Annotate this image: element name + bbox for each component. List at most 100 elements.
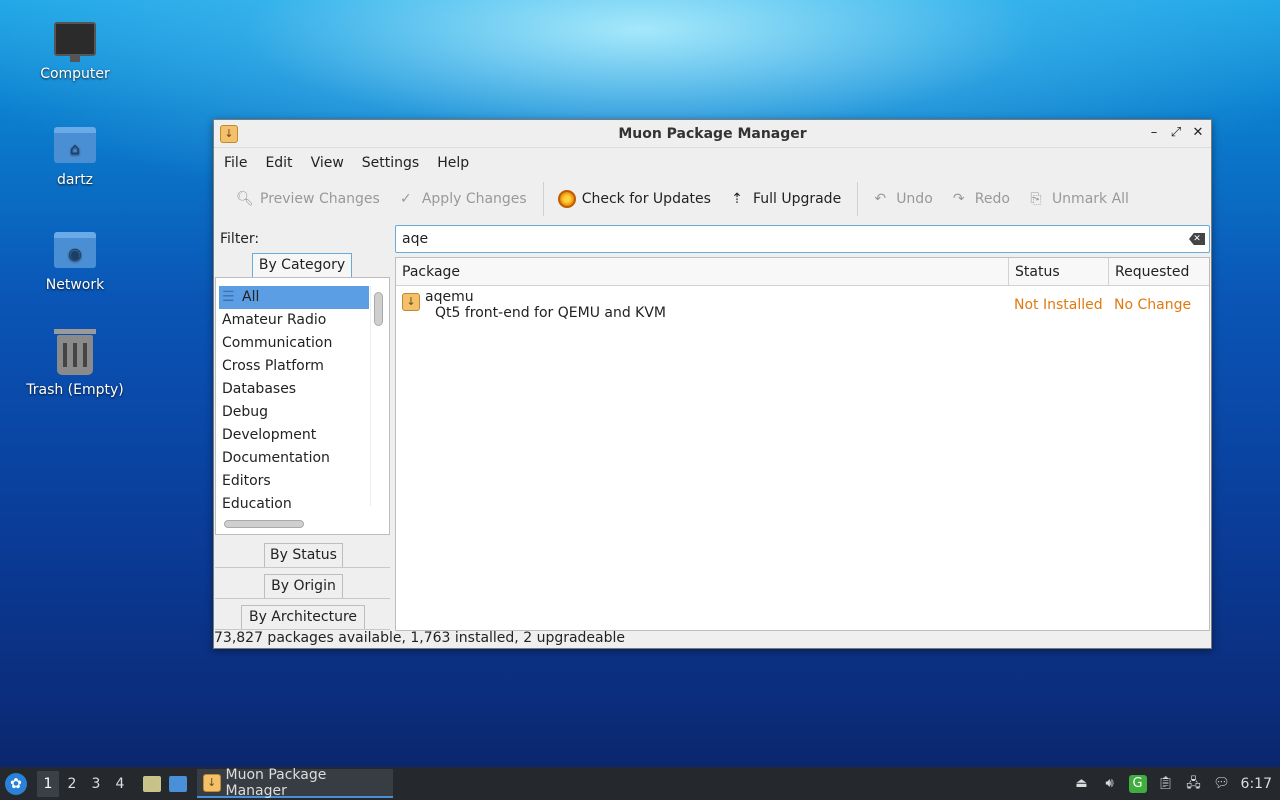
table-row[interactable]: ↓ aqemu Qt5 front-end for QEMU and KVM N… [396,286,1209,326]
upgrade-arrow-icon: ⇡ [731,191,743,207]
close-icon[interactable]: ✕ [1191,124,1205,142]
trash-icon [54,329,96,375]
refresh-icon [557,190,576,208]
tab-by-status[interactable]: By Status [264,543,343,567]
clipboard-icon[interactable]: 📋︎ [1157,775,1175,793]
app-icon: ↓ [203,773,221,792]
workspace-4[interactable]: 4 [109,771,131,797]
undo-button[interactable]: ↶ Undo [864,182,941,216]
taskbar-task-muon[interactable]: ↓ Muon Package Manager [197,766,393,799]
apply-changes-button[interactable]: ✓ Apply Changes [390,182,535,216]
category-item[interactable]: Cross Platform [219,355,369,378]
menu-edit[interactable]: Edit [258,155,299,171]
column-header-status[interactable]: Status [1009,258,1109,285]
home-folder-icon: ⌂ [54,127,96,163]
task-label: Muon Package Manager [225,766,327,799]
category-item-all[interactable]: ☰ All [219,286,369,309]
desktop-icon-network[interactable]: ◉ Network [20,227,130,293]
checkmark-icon: ✓ [399,191,412,207]
scroll-track [370,286,371,506]
package-status: Not Installed [1014,297,1103,313]
tab-by-origin[interactable]: By Origin [264,574,343,598]
minimize-icon[interactable]: – [1147,124,1161,142]
check-for-updates-label: Check for Updates [581,191,711,207]
start-menu-icon[interactable]: ✿ [5,772,27,795]
preview-changes-button[interactable]: 🔍︎ Preview Changes [228,182,388,216]
category-item[interactable]: Education [219,493,369,516]
tab-by-category[interactable]: By Category [252,253,352,277]
menu-file[interactable]: File [217,155,254,171]
redo-button[interactable]: ↷ Redo [943,182,1018,216]
table-header: Package Status Requested [396,258,1209,286]
app-icon: ↓ [220,125,238,143]
notification-icon[interactable]: 💬︎ [1213,775,1231,793]
category-list-box: ☰ All Amateur Radio Communication Cross P… [215,277,390,535]
network-icon[interactable]: 🖧 [1185,775,1203,793]
column-header-package[interactable]: Package [396,258,1009,285]
divider [215,598,390,599]
eject-icon[interactable]: ⏏ [1073,775,1091,793]
package-requested: No Change [1114,297,1192,313]
desktop-icon-label: Computer [40,66,110,82]
workspace-2[interactable]: 2 [61,771,83,797]
search-input[interactable] [402,231,1162,247]
system-tray: ⏏ 🔊︎ G 📋︎ 🖧 💬︎ 6:17 [1073,767,1280,800]
full-upgrade-label: Full Upgrade [752,191,842,207]
toolbar: 🔍︎ Preview Changes ✓ Apply Changes Check… [214,178,1211,220]
full-upgrade-button[interactable]: ⇡ Full Upgrade [721,182,849,216]
menu-view[interactable]: View [304,155,351,171]
category-item[interactable]: Amateur Radio [219,309,369,332]
desktop-icon-home[interactable]: ⌂ dartz [20,122,130,188]
magnifier-icon: 🔍︎ [236,191,254,207]
divider [215,567,390,568]
desktop-icon-trash[interactable]: Trash (Empty) [20,329,130,398]
unmark-all-button[interactable]: ⎘ Unmark All [1020,182,1137,216]
desktop-icon-label: Trash (Empty) [26,382,124,398]
maximize-icon[interactable]: ⤢ [1169,124,1183,142]
computer-icon [54,22,96,62]
menu-settings[interactable]: Settings [355,155,426,171]
tab-by-architecture[interactable]: By Architecture [241,605,365,629]
category-item[interactable]: Debug [219,401,369,424]
search-box[interactable]: ✕ [395,225,1210,253]
category-item[interactable]: Communication [219,332,369,355]
volume-icon[interactable]: 🔊︎ [1101,775,1119,793]
undo-label: Undo [896,191,933,207]
column-header-requested[interactable]: Requested [1109,258,1209,285]
menubar: File Edit View Settings Help [214,148,1211,178]
toolbar-separator [542,182,544,216]
unmark-icon: ⎘ [1030,191,1042,207]
package-name: aqemu [425,289,474,305]
workspace-1[interactable]: 1 [37,770,59,797]
desktop-icon-label: dartz [56,172,94,188]
clock[interactable]: 6:17 [1241,775,1272,793]
list-icon: ☰ [222,289,235,305]
category-item[interactable]: Development [219,424,369,447]
redo-icon: ↷ [952,191,965,207]
category-item[interactable]: Documentation [219,447,369,470]
category-item[interactable]: Databases [219,378,369,401]
muon-window: ↓ Muon Package Manager – ⤢ ✕ File Edit V… [213,119,1212,649]
preview-changes-label: Preview Changes [260,191,380,207]
clear-search-icon[interactable]: ✕ [1189,233,1205,245]
package-icon: ↓ [402,293,420,311]
show-desktop-icon[interactable] [169,775,187,792]
toolbar-separator [857,182,859,216]
package-table: Package Status Requested ↓ aqemu Qt5 fro… [395,257,1210,631]
check-for-updates-button[interactable]: Check for Updates [550,182,719,216]
unmark-all-label: Unmark All [1051,191,1129,207]
workspace-3[interactable]: 3 [85,771,107,797]
file-manager-icon[interactable] [143,775,161,792]
menu-help[interactable]: Help [430,155,476,171]
window-titlebar[interactable]: ↓ Muon Package Manager – ⤢ ✕ [214,120,1211,148]
desktop-icon-computer[interactable]: Computer [20,16,130,82]
category-label: All [242,289,260,305]
updater-icon[interactable]: G [1128,774,1147,793]
redo-label: Redo [974,191,1010,207]
undo-icon: ↶ [874,191,887,207]
horizontal-scrollbar[interactable] [224,520,304,528]
category-list: ☰ All Amateur Radio Communication Cross P… [219,286,369,516]
status-bar: 73,827 packages available, 1,763 install… [214,630,626,646]
category-item[interactable]: Editors [219,470,369,493]
vertical-scrollbar[interactable] [374,292,383,326]
